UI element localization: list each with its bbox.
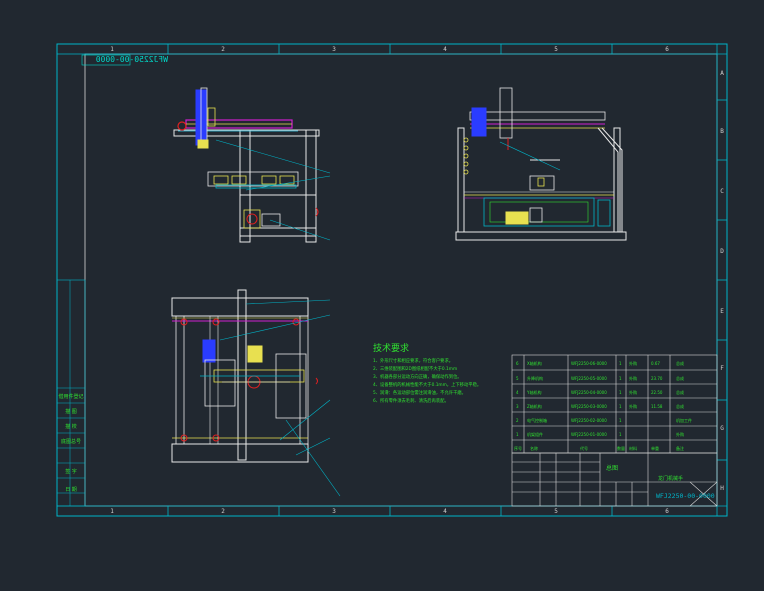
bom-cell: 1 bbox=[619, 390, 622, 395]
bom-cell: WFJ2250-02-0000 bbox=[571, 418, 607, 423]
strip-label: 签 字 bbox=[65, 468, 77, 475]
bom-header-cell: 单重 bbox=[651, 445, 659, 451]
bom-cell: 外购 bbox=[629, 403, 637, 409]
bom-cell: 总成 bbox=[676, 375, 684, 381]
bom-cell: 升降机构 bbox=[527, 375, 543, 381]
bom-cell: WFJ2250-04-0000 bbox=[571, 390, 607, 395]
row-letter: B bbox=[720, 128, 724, 135]
strip-label: 底图总号 bbox=[61, 438, 81, 445]
bom-cell: 外购 bbox=[676, 431, 684, 437]
row-letter: E bbox=[720, 308, 724, 315]
bom-cell: WFJ2250-05-0000 bbox=[571, 376, 607, 381]
left-strip: 借用件登记 描 图 描 校 底图总号 签 字 日 期 bbox=[56, 279, 86, 507]
col-number: 6 bbox=[665, 508, 669, 515]
row-letter: G bbox=[720, 425, 724, 432]
bom-header-cell: 备注 bbox=[676, 445, 684, 451]
bom-header-cell: 材料 bbox=[629, 445, 637, 451]
strip-label: 日 期 bbox=[65, 487, 77, 493]
title-block-code: WFJ2250-00-0000 bbox=[656, 492, 715, 500]
col-number: 6 bbox=[665, 46, 669, 53]
bom-cell: 外购 bbox=[629, 389, 637, 395]
bom-cell: 外购 bbox=[629, 375, 637, 381]
tech-requirements: 技术要求 1、外形尺寸和相应要求，符合客户要求。 2、三维装配图和2D图纸相配不… bbox=[373, 342, 481, 404]
title-mark: 总图 bbox=[606, 464, 618, 472]
bom-cell: 23.70 bbox=[651, 376, 663, 381]
bom-cell: 22.50 bbox=[651, 390, 663, 395]
side-view bbox=[455, 87, 627, 241]
bom-cell: 6 bbox=[516, 361, 519, 366]
title-name: 龙门机械手 bbox=[658, 475, 683, 482]
bom-cell: 1 bbox=[619, 418, 622, 423]
bom-cell: 总成 bbox=[676, 403, 684, 409]
bom-cell: 2 bbox=[516, 418, 519, 423]
bom-cell: WFJ2250-01-0000 bbox=[571, 432, 607, 437]
col-number: 4 bbox=[443, 508, 447, 515]
col-number: 5 bbox=[554, 508, 558, 515]
cad-drawing: 1 2 3 4 5 6 1 2 3 4 5 6 A B C D E F G H … bbox=[56, 43, 728, 517]
bom-cell: 机架组件 bbox=[527, 431, 543, 437]
tech-line: 6、所有零件须去毛刺、清洗后再装配。 bbox=[373, 397, 449, 404]
bom-cell: 4 bbox=[516, 390, 519, 395]
bom-header-cell: 数量 bbox=[617, 445, 625, 451]
col-number: 2 bbox=[221, 508, 225, 515]
col-number: 4 bbox=[443, 46, 447, 53]
bom-table bbox=[511, 354, 718, 454]
tech-line: 4、设备整机的机械性能不大于0.1mm，上下移动平稳。 bbox=[373, 381, 481, 388]
tech-line: 1、外形尺寸和相应要求，符合客户要求。 bbox=[373, 357, 453, 364]
row-letter: A bbox=[720, 70, 724, 77]
col-number: 1 bbox=[110, 46, 114, 53]
col-number: 1 bbox=[110, 508, 114, 515]
top-view bbox=[171, 289, 341, 497]
bom-cell: 电气控制箱 bbox=[527, 417, 547, 423]
bom-cell: WFJ2250-03-0000 bbox=[571, 404, 607, 409]
col-number: 5 bbox=[554, 46, 558, 53]
tech-title: 技术要求 bbox=[373, 342, 409, 354]
col-number: 3 bbox=[332, 508, 336, 515]
bom-cell: 外购 bbox=[629, 360, 637, 366]
bom-cell: 总成 bbox=[676, 389, 684, 395]
tech-line: 3、机器各部分运动方向正确，确保动作到位。 bbox=[373, 373, 462, 380]
row-letter: F bbox=[720, 365, 724, 372]
bom-cell: 1 bbox=[619, 376, 622, 381]
bom-cell: Y轴机构 bbox=[526, 389, 541, 395]
bom-cell: 0.67 bbox=[651, 361, 660, 366]
bom-cell: WFJ2250-06-0000 bbox=[571, 361, 607, 366]
bom-cell: 总成 bbox=[676, 360, 684, 366]
bom-header-cell: 序号 bbox=[514, 445, 522, 451]
bom-cell: X轴机构 bbox=[527, 360, 542, 366]
bom-cell: Z轴机构 bbox=[527, 403, 542, 409]
tech-line: 2、三维装配图和2D图纸相配不大于0.1mm bbox=[373, 365, 457, 372]
strip-label: 描 校 bbox=[65, 423, 77, 430]
bom-cell: 1 bbox=[619, 432, 622, 437]
bom-cell: 1 bbox=[619, 404, 622, 409]
bom-header-cell: 名称 bbox=[530, 445, 538, 451]
col-number: 3 bbox=[332, 46, 336, 53]
col-number: 2 bbox=[221, 46, 225, 53]
outer-frame bbox=[56, 43, 728, 517]
drawing-code: WFJ2250-00-0000 bbox=[96, 55, 168, 64]
front-view bbox=[173, 87, 331, 243]
tech-line: 5、润滑：各运动部位需注润滑油，不允许干磨。 bbox=[373, 389, 466, 396]
bom-cell: 机加工件 bbox=[676, 417, 692, 423]
bom-cell: 3 bbox=[516, 404, 519, 409]
bom-cell: 5 bbox=[516, 376, 519, 381]
row-letter: H bbox=[720, 485, 724, 492]
strip-label: 描 图 bbox=[65, 408, 77, 415]
row-letter: C bbox=[720, 188, 724, 195]
row-letter: D bbox=[720, 248, 724, 255]
bom-cell: 1 bbox=[619, 361, 622, 366]
strip-label: 借用件登记 bbox=[58, 393, 83, 400]
bom-cell: 11.58 bbox=[651, 404, 663, 409]
bom-header-cell: 代号 bbox=[580, 445, 588, 451]
bom-cell: 1 bbox=[516, 432, 519, 437]
